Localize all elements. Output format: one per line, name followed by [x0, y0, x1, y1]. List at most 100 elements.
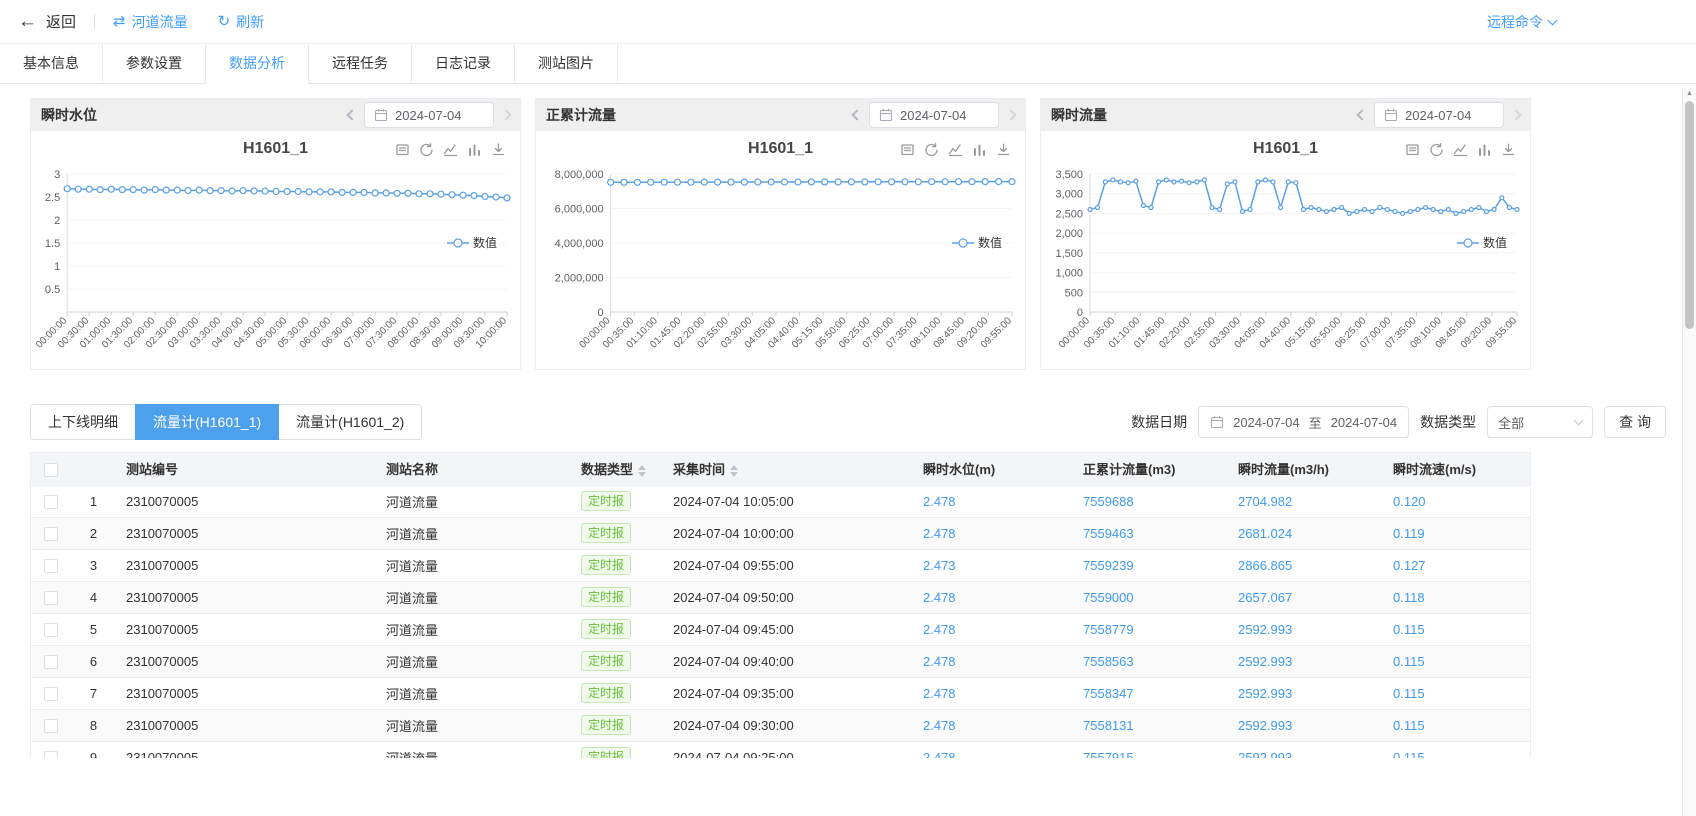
svg-text:2,000: 2,000: [1055, 228, 1083, 240]
cumulative-flow-link[interactable]: 7557915: [1073, 741, 1228, 758]
chevron-right-icon[interactable]: [1005, 109, 1016, 120]
water-level-link[interactable]: 2.478: [913, 613, 1073, 645]
row-checkbox[interactable]: [44, 591, 58, 605]
chevron-left-icon[interactable]: [346, 109, 357, 120]
instant-flow-link[interactable]: 2592.993: [1228, 645, 1383, 677]
cumulative-flow-link[interactable]: 7558131: [1073, 709, 1228, 741]
refresh-button[interactable]: ↻ 刷新: [218, 12, 265, 32]
velocity-link[interactable]: 0.115: [1383, 709, 1530, 741]
row-checkbox[interactable]: [44, 751, 58, 758]
tab-data-analysis[interactable]: 数据分析: [206, 44, 309, 83]
date-picker[interactable]: 2024-07-04: [364, 102, 494, 128]
tab-updown-detail[interactable]: 上下线明细: [30, 404, 136, 440]
line-chart-icon[interactable]: [1453, 142, 1468, 157]
instant-flow-link[interactable]: 2866.865: [1228, 549, 1383, 581]
chevron-left-icon[interactable]: [1356, 109, 1367, 120]
water-level-link[interactable]: 2.473: [913, 549, 1073, 581]
line-chart-icon[interactable]: [948, 142, 963, 157]
line-chart-icon[interactable]: [443, 142, 458, 157]
instant-flow-link[interactable]: 2592.993: [1228, 677, 1383, 709]
save-image-icon[interactable]: [1501, 142, 1516, 157]
tab-parameter-settings[interactable]: 参数设置: [103, 44, 206, 83]
row-checkbox[interactable]: [44, 719, 58, 733]
instant-flow-link[interactable]: 2592.993: [1228, 613, 1383, 645]
tab-flowmeter-h1601-1[interactable]: 流量计(H1601_1): [135, 404, 279, 440]
instant-flow-link[interactable]: 2592.993: [1228, 709, 1383, 741]
svg-text:8,000,000: 8,000,000: [555, 169, 604, 181]
velocity-link[interactable]: 0.127: [1383, 549, 1530, 581]
cumulative-flow-link[interactable]: 7558563: [1073, 645, 1228, 677]
cumulative-flow-link[interactable]: 7559000: [1073, 581, 1228, 613]
tab-log-records[interactable]: 日志记录: [412, 44, 515, 83]
column-header[interactable]: 数据类型: [571, 453, 663, 485]
data-tabs: 上下线明细 流量计(H1601_1) 流量计(H1601_2): [30, 404, 422, 440]
page-scrollbar[interactable]: ▲: [1682, 88, 1696, 816]
tab-station-photos[interactable]: 测站图片: [515, 44, 618, 83]
tab-remote-tasks[interactable]: 远程任务: [309, 44, 412, 83]
save-image-icon[interactable]: [996, 142, 1011, 157]
chevron-right-icon[interactable]: [500, 109, 511, 120]
sort-carets-icon[interactable]: [730, 465, 738, 477]
instant-flow-link[interactable]: 2657.067: [1228, 581, 1383, 613]
cumulative-flow-link[interactable]: 7559463: [1073, 517, 1228, 549]
bar-chart-icon[interactable]: [467, 142, 482, 157]
water-level-link[interactable]: 2.478: [913, 741, 1073, 758]
water-level-link[interactable]: 2.478: [913, 517, 1073, 549]
velocity-link[interactable]: 0.115: [1383, 677, 1530, 709]
chart-canvas: 02,000,0004,000,0006,000,0008,000,00000:…: [537, 162, 1024, 368]
row-checkbox[interactable]: [44, 687, 58, 701]
velocity-link[interactable]: 0.115: [1383, 613, 1530, 645]
velocity-link[interactable]: 0.120: [1383, 485, 1530, 517]
instant-flow-link[interactable]: 2592.993: [1228, 741, 1383, 758]
velocity-link[interactable]: 0.119: [1383, 517, 1530, 549]
instant-flow-link[interactable]: 2704.982: [1228, 485, 1383, 517]
back-button[interactable]: 返回: [46, 11, 76, 32]
water-level-link[interactable]: 2.478: [913, 645, 1073, 677]
cumulative-flow-link[interactable]: 7559688: [1073, 485, 1228, 517]
velocity-link[interactable]: 0.115: [1383, 645, 1530, 677]
restore-icon[interactable]: [419, 142, 434, 157]
water-level-link[interactable]: 2.478: [913, 581, 1073, 613]
velocity-link[interactable]: 0.118: [1383, 581, 1530, 613]
search-button[interactable]: 查 询: [1604, 406, 1666, 438]
restore-icon[interactable]: [924, 142, 939, 157]
cumulative-flow-link[interactable]: 7559239: [1073, 549, 1228, 581]
station-type-switcher[interactable]: ⇄ 河道流量: [113, 12, 188, 32]
row-checkbox[interactable]: [44, 655, 58, 669]
cumulative-flow-link[interactable]: 7558779: [1073, 613, 1228, 645]
water-level-link[interactable]: 2.478: [913, 485, 1073, 517]
restore-icon[interactable]: [1429, 142, 1444, 157]
save-image-icon[interactable]: [491, 142, 506, 157]
scrollbar-thumb[interactable]: [1685, 101, 1694, 329]
data-view-icon[interactable]: [395, 142, 410, 157]
water-level-link[interactable]: 2.478: [913, 677, 1073, 709]
date-range-picker[interactable]: 2024-07-04 至 2024-07-04: [1198, 406, 1409, 438]
bar-chart-icon[interactable]: [972, 142, 987, 157]
row-checkbox[interactable]: [44, 495, 58, 509]
column-header[interactable]: 采集时间: [663, 453, 913, 485]
back-arrow-icon[interactable]: ←: [18, 12, 37, 31]
sort-carets-icon[interactable]: [638, 465, 646, 477]
date-value: 2024-07-04: [900, 108, 967, 123]
row-checkbox[interactable]: [44, 623, 58, 637]
tab-flowmeter-h1601-2[interactable]: 流量计(H1601_2): [278, 404, 422, 440]
chevron-right-icon[interactable]: [1510, 109, 1521, 120]
data-view-icon[interactable]: [1405, 142, 1420, 157]
velocity-link[interactable]: 0.115: [1383, 741, 1530, 758]
date-picker[interactable]: 2024-07-04: [869, 102, 999, 128]
bar-chart-icon[interactable]: [1477, 142, 1492, 157]
data-view-icon[interactable]: [900, 142, 915, 157]
cumulative-flow-link[interactable]: 7558347: [1073, 677, 1228, 709]
row-checkbox[interactable]: [44, 527, 58, 541]
data-type-select[interactable]: 全部: [1487, 406, 1593, 438]
chevron-left-icon[interactable]: [851, 109, 862, 120]
select-all-checkbox[interactable]: [44, 463, 58, 477]
water-level-link[interactable]: 2.478: [913, 709, 1073, 741]
scrollbar-up-arrow-icon[interactable]: ▲: [1683, 89, 1696, 99]
remote-command-dropdown[interactable]: 远程命令: [1487, 0, 1556, 44]
date-picker[interactable]: 2024-07-04: [1374, 102, 1504, 128]
instant-flow-link[interactable]: 2681.024: [1228, 517, 1383, 549]
svg-text:1,500: 1,500: [1055, 248, 1083, 260]
row-checkbox[interactable]: [44, 559, 58, 573]
tab-basic-info[interactable]: 基本信息: [0, 44, 103, 83]
